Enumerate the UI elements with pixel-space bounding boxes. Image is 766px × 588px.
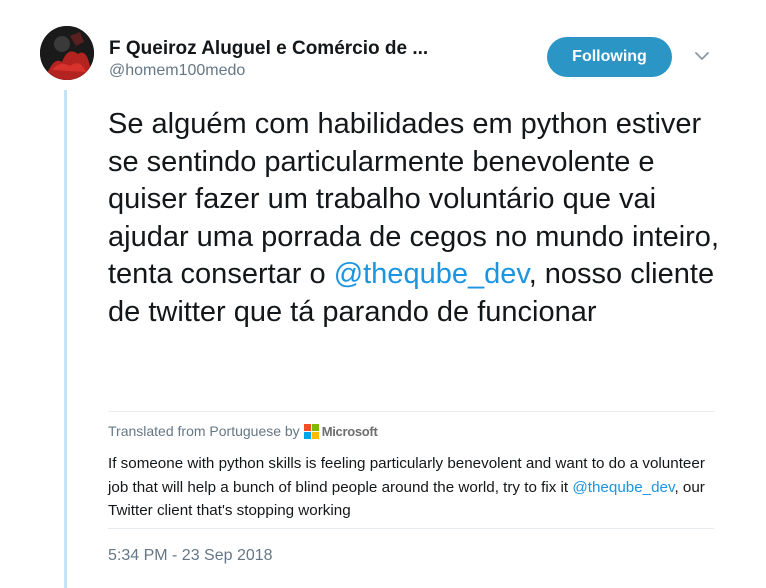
following-button[interactable]: Following xyxy=(547,37,672,77)
divider xyxy=(108,528,714,529)
thread-line xyxy=(64,90,67,588)
tweet-text: Se alguém com habilidades em python esti… xyxy=(108,106,728,331)
translated-mention-link[interactable]: @theqube_dev xyxy=(572,479,674,496)
author-name[interactable]: F Queiroz Aluguel e Comércio de ... xyxy=(109,38,428,60)
avatar[interactable] xyxy=(40,26,94,80)
tweet-mention-link[interactable]: @theqube_dev xyxy=(334,258,529,290)
author-handle[interactable]: @homem100medo xyxy=(109,62,245,80)
microsoft-logo-icon xyxy=(303,423,319,439)
chevron-down-icon[interactable] xyxy=(693,49,711,63)
tweet-timestamp[interactable]: 5:34 PM - 23 Sep 2018 xyxy=(108,547,273,565)
avatar-image xyxy=(40,26,94,80)
divider xyxy=(108,411,714,412)
translated-text: If someone with python skills is feeling… xyxy=(108,452,728,523)
translation-provider[interactable]: Microsoft xyxy=(322,424,378,439)
translation-attribution: Translated from Portuguese by Microsoft xyxy=(108,423,378,439)
translation-label: Translated from Portuguese by xyxy=(108,423,300,439)
